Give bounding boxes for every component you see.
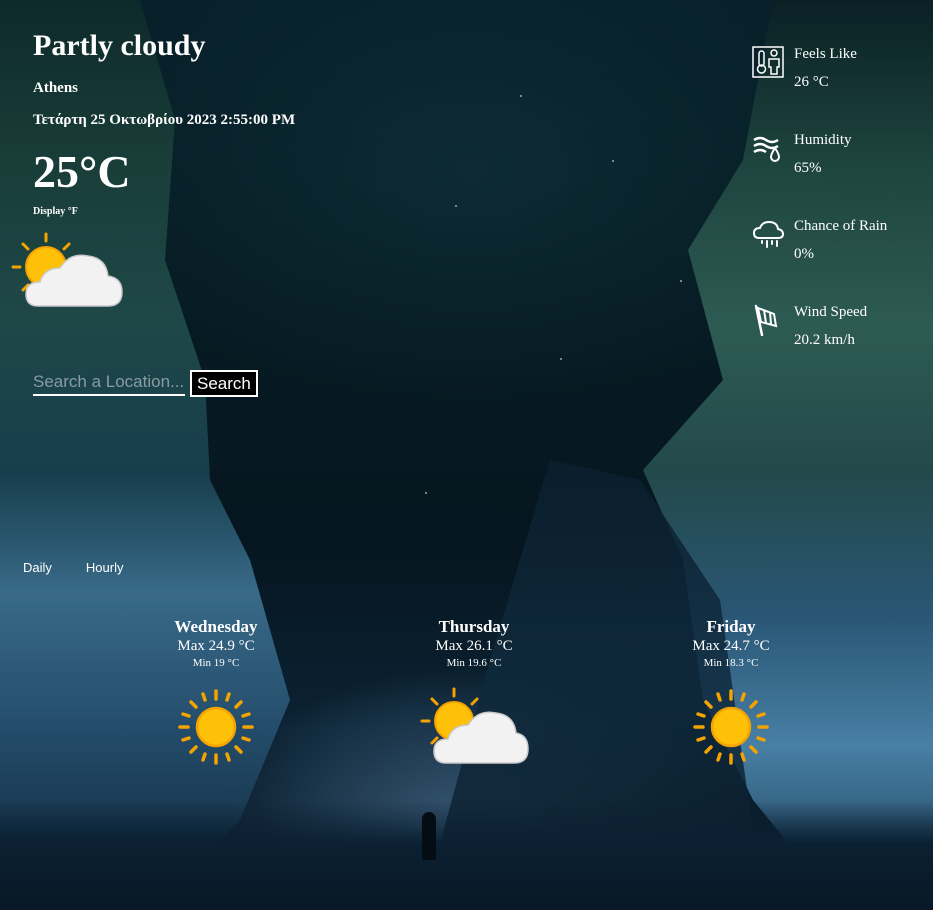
weather-condition: Partly cloudy [33,29,206,62]
forecast-day-name: Friday [706,617,756,636]
forecast-day: Wednesday Max 24.9 °C Min 19 °C [126,617,306,765]
unit-toggle-button[interactable]: Display °F [33,206,295,218]
forecast-max-temp: Max 24.7 °C [692,638,770,654]
stat-value: 20.2 km/h [794,332,855,348]
current-temperature: 25°C [33,146,131,197]
forecast-max-temp: Max 26.1 °C [435,638,513,654]
forecast-day: Friday Max 24.7 °C Min 18.3 °C [641,617,821,765]
stat-value: 65% [794,160,822,176]
thermometer-person-icon [752,46,784,78]
stat-value: 26 °C [794,74,829,90]
background-star [520,95,522,97]
background-star [425,492,427,494]
tab-hourly[interactable]: Hourly [86,560,124,575]
search-input[interactable] [33,370,185,396]
sunny-icon [693,689,769,765]
tab-daily[interactable]: Daily [23,560,52,575]
background-star [560,358,562,360]
stat-value: 0% [794,246,814,262]
stat-label: Feels Like [794,46,857,62]
city-name: Athens [33,80,79,96]
stat-label: Humidity [794,132,852,148]
background-star [455,205,457,207]
background-star [612,160,614,162]
forecast-day-name: Thursday [438,617,510,636]
sunny-icon [178,689,254,765]
background-ground [0,800,933,910]
humidity-icon [753,136,781,162]
search-button[interactable]: Search [190,370,258,397]
forecast-min-temp: Min 19.6 °C [446,657,502,669]
background-person-silhouette [422,812,436,860]
rain-cloud-icon [752,220,784,248]
current-datetime: Τετάρτη 25 Οκτωβρίου 2023 2:55:00 PM [33,112,296,128]
forecast-min-temp: Min 19 °C [192,657,240,669]
stat-label: Chance of Rain [794,218,888,234]
daily-forecast: Wednesday Max 24.9 °C Min 19 °C Thursday… [0,617,933,777]
background-star [680,280,682,282]
forecast-max-temp: Max 24.9 °C [177,638,255,654]
forecast-day: Thursday Max 26.1 °C Min 19.6 °C [384,617,564,767]
stat-label: Wind Speed [794,304,868,320]
forecast-day-name: Wednesday [174,617,258,636]
search-bar: Search [33,370,258,397]
current-weather-panel: Partly cloudy Athens Τετάρτη 25 Οκτωβρίο… [33,28,295,218]
partly-cloudy-icon [11,232,123,307]
windsock-icon [754,304,778,336]
forecast-min-temp: Min 18.3 °C [703,657,759,669]
partly-cloudy-icon [420,687,529,764]
forecast-tabs: Daily Hourly [23,560,123,575]
